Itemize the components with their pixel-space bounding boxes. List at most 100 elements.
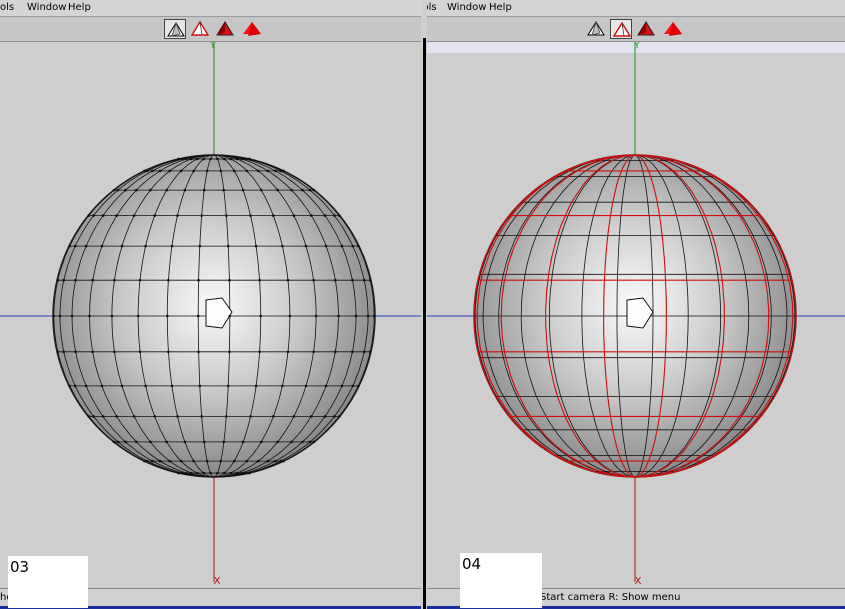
- shaded-tetra-button[interactable]: [214, 19, 236, 39]
- mesh-vertex: [233, 459, 236, 463]
- mesh-vertex: [179, 169, 183, 173]
- mesh-vertex: [308, 188, 312, 192]
- mesh-vertex: [219, 169, 223, 173]
- mesh-vertex: [228, 278, 231, 282]
- mesh-vertex: [62, 278, 66, 282]
- sphere-mesh-canvas: Y X: [427, 41, 845, 587]
- mesh-vertex: [183, 188, 187, 192]
- mesh-vertex: [116, 440, 120, 444]
- mesh-vertex: [87, 415, 90, 418]
- mesh-vertex: [91, 278, 94, 282]
- mesh-vertex: [248, 471, 251, 475]
- mesh-vertex: [333, 415, 336, 418]
- mesh-vertex: [276, 188, 280, 192]
- mesh-vertex: [120, 244, 124, 248]
- mesh-vertex: [235, 471, 238, 475]
- mesh-vertex: [92, 214, 95, 217]
- mesh-vertex: [258, 278, 261, 282]
- mesh-vertex: [200, 415, 203, 418]
- y-axis-label: Y: [209, 42, 216, 51]
- mesh-vertex: [101, 415, 105, 418]
- mesh-vertex: [198, 384, 202, 388]
- mesh-vertex: [56, 350, 60, 354]
- menu-bar: Tools Window Help: [427, 0, 845, 17]
- menu-window[interactable]: Window: [27, 2, 66, 14]
- mesh-vertex: [290, 188, 293, 192]
- outline-tetra-button[interactable]: [610, 19, 632, 39]
- mesh-vertex: [249, 214, 252, 217]
- menu-help[interactable]: Help: [489, 2, 512, 14]
- mesh-vertex: [113, 350, 116, 354]
- shaded-tetra-button[interactable]: [635, 19, 657, 39]
- mesh-vertex: [181, 471, 184, 475]
- menu-tools[interactable]: ols: [0, 2, 14, 14]
- toolbar: [0, 17, 421, 42]
- wireframe-tetra-button[interactable]: [164, 19, 186, 39]
- mesh-vertex: [222, 440, 226, 444]
- mesh-vertex: [274, 169, 277, 173]
- mesh-vertex: [223, 157, 226, 161]
- mesh-vertex: [366, 314, 370, 318]
- mesh-vertex: [153, 214, 156, 217]
- mesh-vertex: [91, 350, 94, 354]
- view-label: 04: [460, 553, 542, 608]
- mesh-vertex: [372, 314, 376, 318]
- viewport-pane-left: ols Window Help Y X ho 03: [0, 0, 421, 609]
- mesh-vertex: [351, 350, 354, 354]
- mesh-vertex: [166, 314, 169, 318]
- mesh-vertex: [200, 214, 203, 217]
- mesh-vertex: [205, 169, 209, 173]
- mesh-vertex: [340, 244, 344, 248]
- mesh-vertex: [178, 471, 181, 475]
- mesh-vertex: [202, 471, 205, 475]
- mesh-vertex: [357, 244, 360, 248]
- mesh-vertex: [254, 244, 258, 248]
- mesh-vertex: [170, 384, 174, 388]
- menu-window[interactable]: Window: [447, 2, 486, 14]
- mesh-vertex: [228, 314, 232, 318]
- menu-help[interactable]: Help: [68, 2, 91, 14]
- mesh-vertex: [259, 314, 263, 318]
- mesh-vertex: [190, 157, 193, 161]
- 3d-viewport[interactable]: Y X: [0, 41, 421, 587]
- solid-red-tetra-button[interactable]: [240, 19, 262, 39]
- mesh-vertex: [304, 384, 308, 388]
- mesh-vertex: [136, 314, 140, 318]
- mesh-vertex: [272, 415, 275, 418]
- mesh-vertex: [279, 169, 283, 173]
- mesh-vertex: [68, 244, 71, 248]
- mesh-vertex: [324, 384, 328, 388]
- y-axis-label: Y: [633, 42, 640, 51]
- mesh-vertex: [304, 244, 308, 248]
- 3d-viewport[interactable]: Y X: [427, 41, 845, 587]
- mesh-vertex: [226, 244, 230, 248]
- solid-red-tetra-button[interactable]: [661, 19, 683, 39]
- shaded-tetra-icon: [216, 21, 234, 36]
- mesh-vertex: [135, 440, 138, 444]
- mesh-vertex: [144, 384, 147, 388]
- mesh-vertex: [312, 278, 315, 282]
- mesh-vertex: [192, 459, 195, 463]
- mesh-vertex: [245, 169, 249, 173]
- mesh-vertex: [301, 440, 304, 444]
- outline-tetra-button[interactable]: [189, 19, 211, 39]
- mesh-vertex: [351, 278, 354, 282]
- mesh-vertex: [70, 314, 74, 318]
- toolbar: [427, 17, 845, 42]
- mesh-vertex: [192, 169, 195, 173]
- mesh-vertex: [260, 440, 263, 444]
- mesh-vertex: [248, 157, 251, 161]
- mesh-vertex: [312, 350, 315, 354]
- mesh-vertex: [323, 415, 327, 418]
- mesh-vertex: [279, 459, 283, 463]
- mesh-vertex: [286, 278, 290, 282]
- outline-tetra-icon: [613, 22, 631, 37]
- mesh-vertex: [195, 471, 199, 475]
- menu-tools[interactable]: Tools: [427, 2, 437, 14]
- mesh-vertex: [115, 415, 118, 418]
- divider-line: [423, 38, 426, 609]
- mesh-vertex: [176, 415, 179, 418]
- mesh-vertex: [167, 350, 170, 354]
- wireframe-tetra-button[interactable]: [585, 19, 607, 39]
- mesh-vertex: [58, 314, 62, 318]
